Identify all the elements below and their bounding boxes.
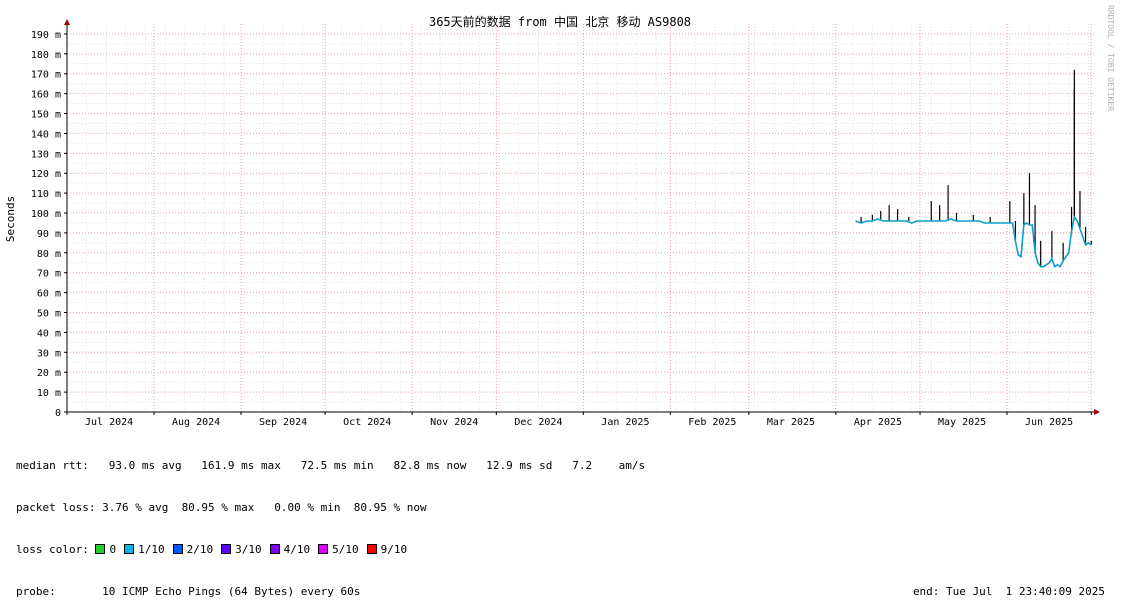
loss-swatch	[366, 544, 377, 554]
x-tick-label: Apr 2025	[854, 417, 902, 428]
x-tick-label: Nov 2024	[430, 417, 478, 428]
loss-swatch-label: 0	[109, 543, 117, 556]
x-tick-label: Mar 2025	[767, 417, 815, 428]
loss-swatch-label: 9/10	[380, 543, 408, 556]
rrdtool-watermark: RRDTOOL / TOBI OETIKER	[1106, 5, 1115, 111]
loss-color-row: loss color: 0 1/10 2/10 3/10 4/10 5/10 9/10	[16, 543, 1112, 557]
x-tick-label: Jun 2025	[1025, 417, 1073, 428]
loss-color-item: 0	[95, 543, 116, 556]
median-line	[855, 215, 1092, 268]
x-axis-ticks: Jul 2024 Aug 2024 Sep 2024 Oct 2024 Nov 2024…	[85, 417, 1073, 428]
loss-color-item: 9/10	[366, 543, 408, 556]
x-tick-label: May 2025	[938, 417, 986, 428]
loss-color-item: 1/10	[124, 543, 165, 556]
y-tick-label: 40 m	[37, 328, 61, 339]
y-axis-label: Seconds	[4, 196, 17, 242]
y-tick-label: 60 m	[37, 289, 61, 300]
x-axis-arrow	[1094, 409, 1100, 415]
x-tick-label: Jan 2025	[601, 417, 649, 428]
y-tick-label: 70 m	[37, 269, 61, 280]
axes	[64, 19, 1100, 415]
packet-loss-row: packet loss: 3.76 % avg 80.95 % max 0.00…	[16, 501, 427, 514]
y-tick-label: 170 m	[31, 70, 61, 81]
x-tick-label: Sep 2024	[259, 417, 307, 428]
x-tick-label: Oct 2024	[343, 417, 391, 428]
latency-chart: 365天前的数据 from 中国 北京 移动 AS9808 Seconds RR…	[4, 5, 1115, 428]
loss-swatch	[124, 544, 135, 554]
legend: median rtt: 93.0 ms avg 161.9 ms max 72.…	[16, 431, 1112, 613]
x-tick-label: Dec 2024	[514, 417, 562, 428]
loss-color-item: 3/10	[221, 543, 262, 556]
y-axis-ticks: 0 10 m 20 m 30 m 40 m 50 m 60 m 70 m 80 m 90 m 100…	[31, 30, 67, 419]
series	[855, 69, 1092, 268]
y-tick-label: 90 m	[37, 229, 61, 240]
y-tick-label: 130 m	[31, 149, 61, 160]
loss-swatch-label: 5/10	[332, 543, 359, 556]
loss-swatch	[221, 544, 232, 554]
x-tick-label: Feb 2025	[688, 417, 736, 428]
x-tick-label: Aug 2024	[172, 417, 220, 428]
loss-swatch-label: 4/10	[283, 543, 311, 556]
y-axis-arrow	[64, 19, 70, 25]
y-tick-label: 190 m	[31, 30, 61, 41]
loss-swatch	[172, 544, 183, 554]
median-rtt-row: median rtt: 93.0 ms avg 161.9 ms max 72.…	[16, 459, 646, 472]
y-tick-label: 100 m	[31, 209, 61, 220]
loss-swatch-label: 2/10	[186, 543, 214, 556]
probe-text: probe: 10 ICMP Echo Pings (64 Bytes) eve…	[16, 585, 361, 598]
y-tick-label: 140 m	[31, 129, 61, 140]
y-tick-label: 20 m	[37, 368, 61, 379]
y-tick-label: 150 m	[31, 110, 61, 121]
y-tick-label: 50 m	[37, 309, 61, 320]
loss-color-label: loss color:	[16, 543, 96, 556]
y-tick-label: 110 m	[31, 189, 61, 200]
loss-swatch	[318, 544, 329, 554]
month-boundaries	[66, 24, 1092, 415]
end-time: end: Tue Jul 1 23:40:09 2025	[912, 585, 1105, 598]
x-tick-label: Jul 2024	[85, 417, 133, 428]
probe-row: probe: 10 ICMP Echo Pings (64 Bytes) eve…	[16, 585, 1112, 599]
y-tick-label: 10 m	[37, 388, 61, 399]
loss-color-item: 4/10	[269, 543, 311, 556]
loss-swatch	[269, 544, 280, 554]
y-tick-label: 80 m	[37, 249, 61, 260]
loss-swatch-label: 1/10	[138, 543, 165, 556]
y-tick-label: 160 m	[31, 90, 61, 101]
chart-title: 365天前的数据 from 中国 北京 移动 AS9808	[429, 14, 691, 29]
y-tick-label: 120 m	[31, 169, 61, 180]
loss-swatch-label: 3/10	[235, 543, 262, 556]
y-tick-label: 30 m	[37, 348, 61, 359]
loss-color-item: 2/10	[172, 543, 214, 556]
loss-swatch	[95, 544, 106, 554]
loss-color-item: 5/10	[318, 543, 359, 556]
y-tick-label: 0	[55, 408, 61, 419]
y-tick-label: 180 m	[31, 50, 61, 61]
